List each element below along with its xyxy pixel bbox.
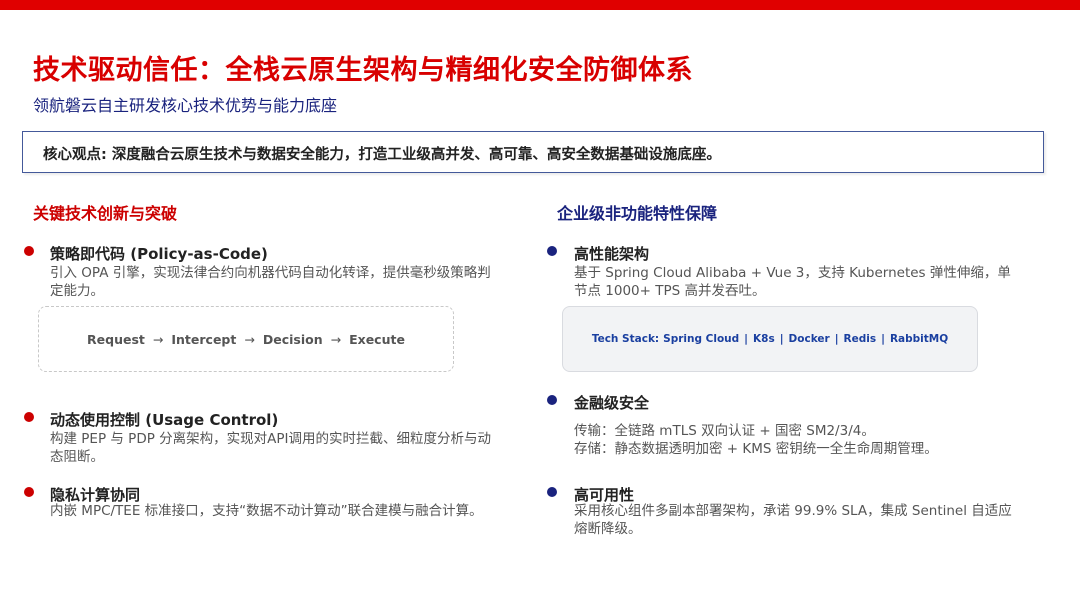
flow-step-decision: Decision [262,331,323,347]
bullet-icon [547,246,557,256]
bullet-icon [547,487,557,497]
tech-rabbitmq: RabbitMQ [889,333,949,345]
separator: | [881,333,885,345]
item-title-policy-as-code: 策略即代码 (Policy-as-Code) [50,245,268,263]
item-desc-privacy-computing: 内嵌 MPC/TEE 标准接口，支持“数据不动计算动”联合建模与融合计算。 [50,503,483,519]
bullet-icon [547,395,557,405]
separator: | [779,333,784,345]
tech-stack-box: Tech Stack: Spring Cloud | K8s | Docker … [562,306,978,372]
item-desc-policy-as-code: 引入 OPA 引擎，实现法律合约向机器代码自动化转译，提供毫秒级策略判定能力。 [50,265,491,299]
page-subtitle: 领航磐云自主研发核心技术优势与能力底座 [33,96,338,115]
bullet-icon [24,487,34,497]
core-view-box: 核心观点: 深度融合云原生技术与数据安全能力，打造工业级高并发、高可靠、高安全数… [22,131,1044,173]
core-view-text: 核心观点: 深度融合云原生技术与数据安全能力，打造工业级高并发、高可靠、高安全数… [43,147,721,163]
left-section-heading: 关键技术创新与突破 [33,204,178,223]
item-title-usage-control: 动态使用控制 (Usage Control) [50,411,279,429]
tech-docker: Docker [788,333,830,345]
arrow-right-icon: → [152,331,164,347]
policy-flow-diagram: Request → Intercept → Decision → Execute [38,306,454,372]
tech-stack-label: Tech Stack: [591,333,660,345]
item-desc-usage-control: 构建 PEP 与 PDP 分离架构，实现对API调用的实时拦截、细粒度分析与动态… [50,431,492,465]
bullet-icon [24,412,34,422]
bullet-icon [24,246,34,256]
item-desc-high-performance: 基于 Spring Cloud Alibaba + Vue 3，支持 Kuber… [574,265,1011,299]
page-title: 技术驱动信任：全栈云原生架构与精细化安全防御体系 [33,55,693,86]
arrow-right-icon: → [330,331,342,347]
tech-spring-cloud: Spring Cloud [663,333,740,345]
flow-step-execute: Execute [349,331,405,347]
item-title-financial-security: 金融级安全 [574,394,650,412]
flow-step-request: Request [87,331,145,347]
separator: | [834,333,839,345]
item-desc-high-availability: 采用核心组件多副本部署架构，承诺 99.9% SLA，集成 Sentinel 自… [574,503,1012,537]
separator: | [744,333,748,345]
tech-k8s: K8s [753,333,775,345]
item-title-high-performance: 高性能架构 [574,245,650,263]
item-desc-transport: 传输：全链路 mTLS 双向认证 + 国密 SM2/3/4。 [574,423,875,439]
item-desc-storage: 存储：静态数据透明加密 + KMS 密钥统一全生命周期管理。 [574,441,938,457]
tech-redis: Redis [843,333,877,345]
top-accent-bar [0,0,1080,10]
arrow-right-icon: → [244,331,255,347]
flow-step-intercept: Intercept [171,331,237,347]
right-section-heading: 企业级非功能特性保障 [557,204,718,223]
